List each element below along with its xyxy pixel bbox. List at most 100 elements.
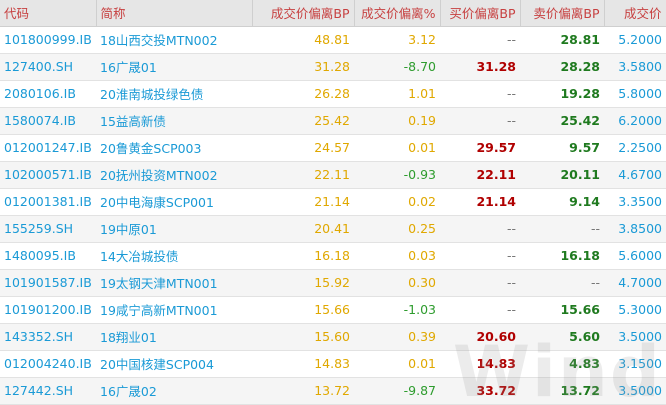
cell-trade-pct: -0.93 — [403, 167, 436, 182]
cell-buy-bp: 14.83 — [476, 356, 516, 371]
header-price[interactable]: 成交价 — [604, 0, 666, 27]
cell-trade-pct: -9.87 — [403, 383, 436, 398]
table-row[interactable]: 101901587.IB 19太钢天津MTN001 15.92 0.30 -- -- 4.7… — [0, 269, 666, 296]
cell-trade-pct: 0.30 — [408, 275, 436, 290]
cell-trade-pct: 0.39 — [408, 329, 436, 344]
cell-code: 012001381.IB — [4, 194, 92, 209]
cell-sell-bp: 16.18 — [560, 248, 600, 263]
cell-price: 5.2000 — [618, 32, 662, 47]
cell-buy-bp: -- — [506, 86, 516, 101]
cell-sell-bp: 9.57 — [569, 140, 600, 155]
cell-trade-bp: 26.28 — [314, 86, 350, 101]
cell-buy-bp: -- — [506, 32, 516, 47]
cell-buy-bp: 22.11 — [476, 167, 516, 182]
cell-code: 1480095.IB — [4, 248, 76, 263]
cell-sell-bp: 19.28 — [560, 86, 600, 101]
header-code[interactable]: 代码 — [0, 0, 97, 27]
cell-sell-bp: 9.14 — [569, 194, 600, 209]
cell-price: 5.8000 — [618, 86, 662, 101]
cell-trade-pct: 0.19 — [408, 113, 436, 128]
cell-code: 102000571.IB — [4, 167, 92, 182]
header-trade-pct[interactable]: 成交价偏离% — [354, 0, 441, 27]
cell-price: 3.1500 — [618, 356, 662, 371]
cell-trade-pct: 3.12 — [408, 32, 436, 47]
cell-code: 101901587.IB — [4, 275, 92, 290]
cell-name: 19中原01 — [100, 222, 157, 237]
cell-name: 20淮南城投绿色债 — [100, 87, 204, 102]
cell-price: 3.3500 — [618, 194, 662, 209]
cell-buy-bp: -- — [506, 113, 516, 128]
cell-code: 143352.SH — [4, 329, 74, 344]
cell-price: 3.5800 — [618, 59, 662, 74]
cell-trade-pct: 1.01 — [408, 86, 436, 101]
cell-code: 012004240.IB — [4, 356, 92, 371]
cell-price: 3.8500 — [618, 221, 662, 236]
table-row[interactable]: 1580074.IB 15益高新债 25.42 0.19 -- 25.42 6.2000 — [0, 107, 666, 134]
table-row[interactable]: 101901200.IB 19咸宁高新MTN001 15.66 -1.03 -- 15.6… — [0, 296, 666, 323]
cell-price: 3.5000 — [618, 383, 662, 398]
cell-trade-bp: 22.11 — [314, 167, 350, 182]
cell-trade-bp: 15.66 — [314, 302, 350, 317]
cell-name: 19太钢天津MTN001 — [100, 276, 218, 291]
header-trade-bp[interactable]: 成交价偏离BP — [252, 0, 355, 27]
cell-buy-bp: 20.60 — [476, 329, 516, 344]
cell-code: 127442.SH — [4, 383, 74, 398]
cell-trade-bp: 20.41 — [314, 221, 350, 236]
cell-buy-bp: 31.28 — [476, 59, 516, 74]
cell-code: 012001247.IB — [4, 140, 92, 155]
table-row[interactable]: 012004240.IB 20中国核建SCP004 14.83 0.01 14.83 4.… — [0, 350, 666, 377]
cell-name: 16广晟01 — [100, 60, 157, 75]
cell-trade-pct: 0.02 — [408, 194, 436, 209]
table-row[interactable]: 1480095.IB 14大冶城投债 16.18 0.03 -- 16.18 5.6000 — [0, 242, 666, 269]
cell-price: 3.5000 — [618, 329, 662, 344]
header-name[interactable]: 简称 — [96, 0, 253, 27]
cell-sell-bp: 25.42 — [560, 113, 600, 128]
cell-buy-bp: -- — [506, 221, 516, 236]
cell-sell-bp: 4.83 — [569, 356, 600, 371]
cell-buy-bp: 33.72 — [476, 383, 516, 398]
table-row[interactable]: 102000571.IB 20抚州投资MTN002 22.11 -0.93 22.11 2… — [0, 161, 666, 188]
cell-name: 18翔业01 — [100, 330, 157, 345]
cell-price: 5.6000 — [618, 248, 662, 263]
table-header-row: 代码 简称 成交价偏离BP 成交价偏离% 买价偏离BP 卖价偏离BP 成交价 — [0, 0, 666, 27]
cell-trade-bp: 15.60 — [314, 329, 350, 344]
cell-code: 101901200.IB — [4, 302, 92, 317]
cell-trade-bp: 13.72 — [314, 383, 350, 398]
table-row[interactable]: 101800999.IB 18山西交投MTN002 48.81 3.12 -- 28.81… — [0, 26, 666, 53]
cell-trade-pct: 0.25 — [408, 221, 436, 236]
table-row[interactable]: 143352.SH 18翔业01 15.60 0.39 20.60 5.60 3.5000 — [0, 323, 666, 350]
cell-code: 101800999.IB — [4, 32, 92, 47]
cell-code: 2080106.IB — [4, 86, 76, 101]
cell-name: 19咸宁高新MTN001 — [100, 303, 218, 318]
cell-sell-bp: 28.81 — [560, 32, 600, 47]
bond-deviation-window: 代码 简称 成交价偏离BP 成交价偏离% 买价偏离BP 卖价偏离BP 成交价 1… — [0, 0, 666, 405]
table-row[interactable]: 127400.SH 16广晟01 31.28 -8.70 31.28 28.28 3.580… — [0, 53, 666, 80]
cell-sell-bp: 20.11 — [560, 167, 600, 182]
cell-name: 20中电海康SCP001 — [100, 195, 214, 210]
cell-trade-bp: 15.92 — [314, 275, 350, 290]
table-row[interactable]: 2080106.IB 20淮南城投绿色债 26.28 1.01 -- 19.28 5.800… — [0, 80, 666, 107]
cell-code: 155259.SH — [4, 221, 74, 236]
cell-price: 2.2500 — [618, 140, 662, 155]
cell-buy-bp: 21.14 — [476, 194, 516, 209]
table-row[interactable]: 012001247.IB 20鲁黄金SCP003 24.57 0.01 29.57 9.5… — [0, 134, 666, 161]
cell-sell-bp: 5.60 — [569, 329, 600, 344]
cell-trade-bp: 21.14 — [314, 194, 350, 209]
cell-trade-pct: 0.01 — [408, 356, 436, 371]
table-row[interactable]: 127442.SH 16广晟02 13.72 -9.87 33.72 13.72 3.500… — [0, 377, 666, 404]
cell-price: 5.3000 — [618, 302, 662, 317]
header-buy-bp[interactable]: 买价偏离BP — [440, 0, 521, 27]
cell-trade-pct: 0.01 — [408, 140, 436, 155]
cell-trade-bp: 14.83 — [314, 356, 350, 371]
cell-code: 127400.SH — [4, 59, 74, 74]
cell-price: 4.7000 — [618, 275, 662, 290]
table-row[interactable]: 155259.SH 19中原01 20.41 0.25 -- -- 3.8500 — [0, 215, 666, 242]
cell-sell-bp: -- — [590, 275, 600, 290]
cell-trade-bp: 31.28 — [314, 59, 350, 74]
cell-name: 20抚州投资MTN002 — [100, 168, 218, 183]
table-row[interactable]: 012001381.IB 20中电海康SCP001 21.14 0.02 21.14 9.… — [0, 188, 666, 215]
header-sell-bp[interactable]: 卖价偏离BP — [520, 0, 605, 27]
cell-buy-bp: -- — [506, 275, 516, 290]
cell-name: 20鲁黄金SCP003 — [100, 141, 202, 156]
cell-price: 6.2000 — [618, 113, 662, 128]
